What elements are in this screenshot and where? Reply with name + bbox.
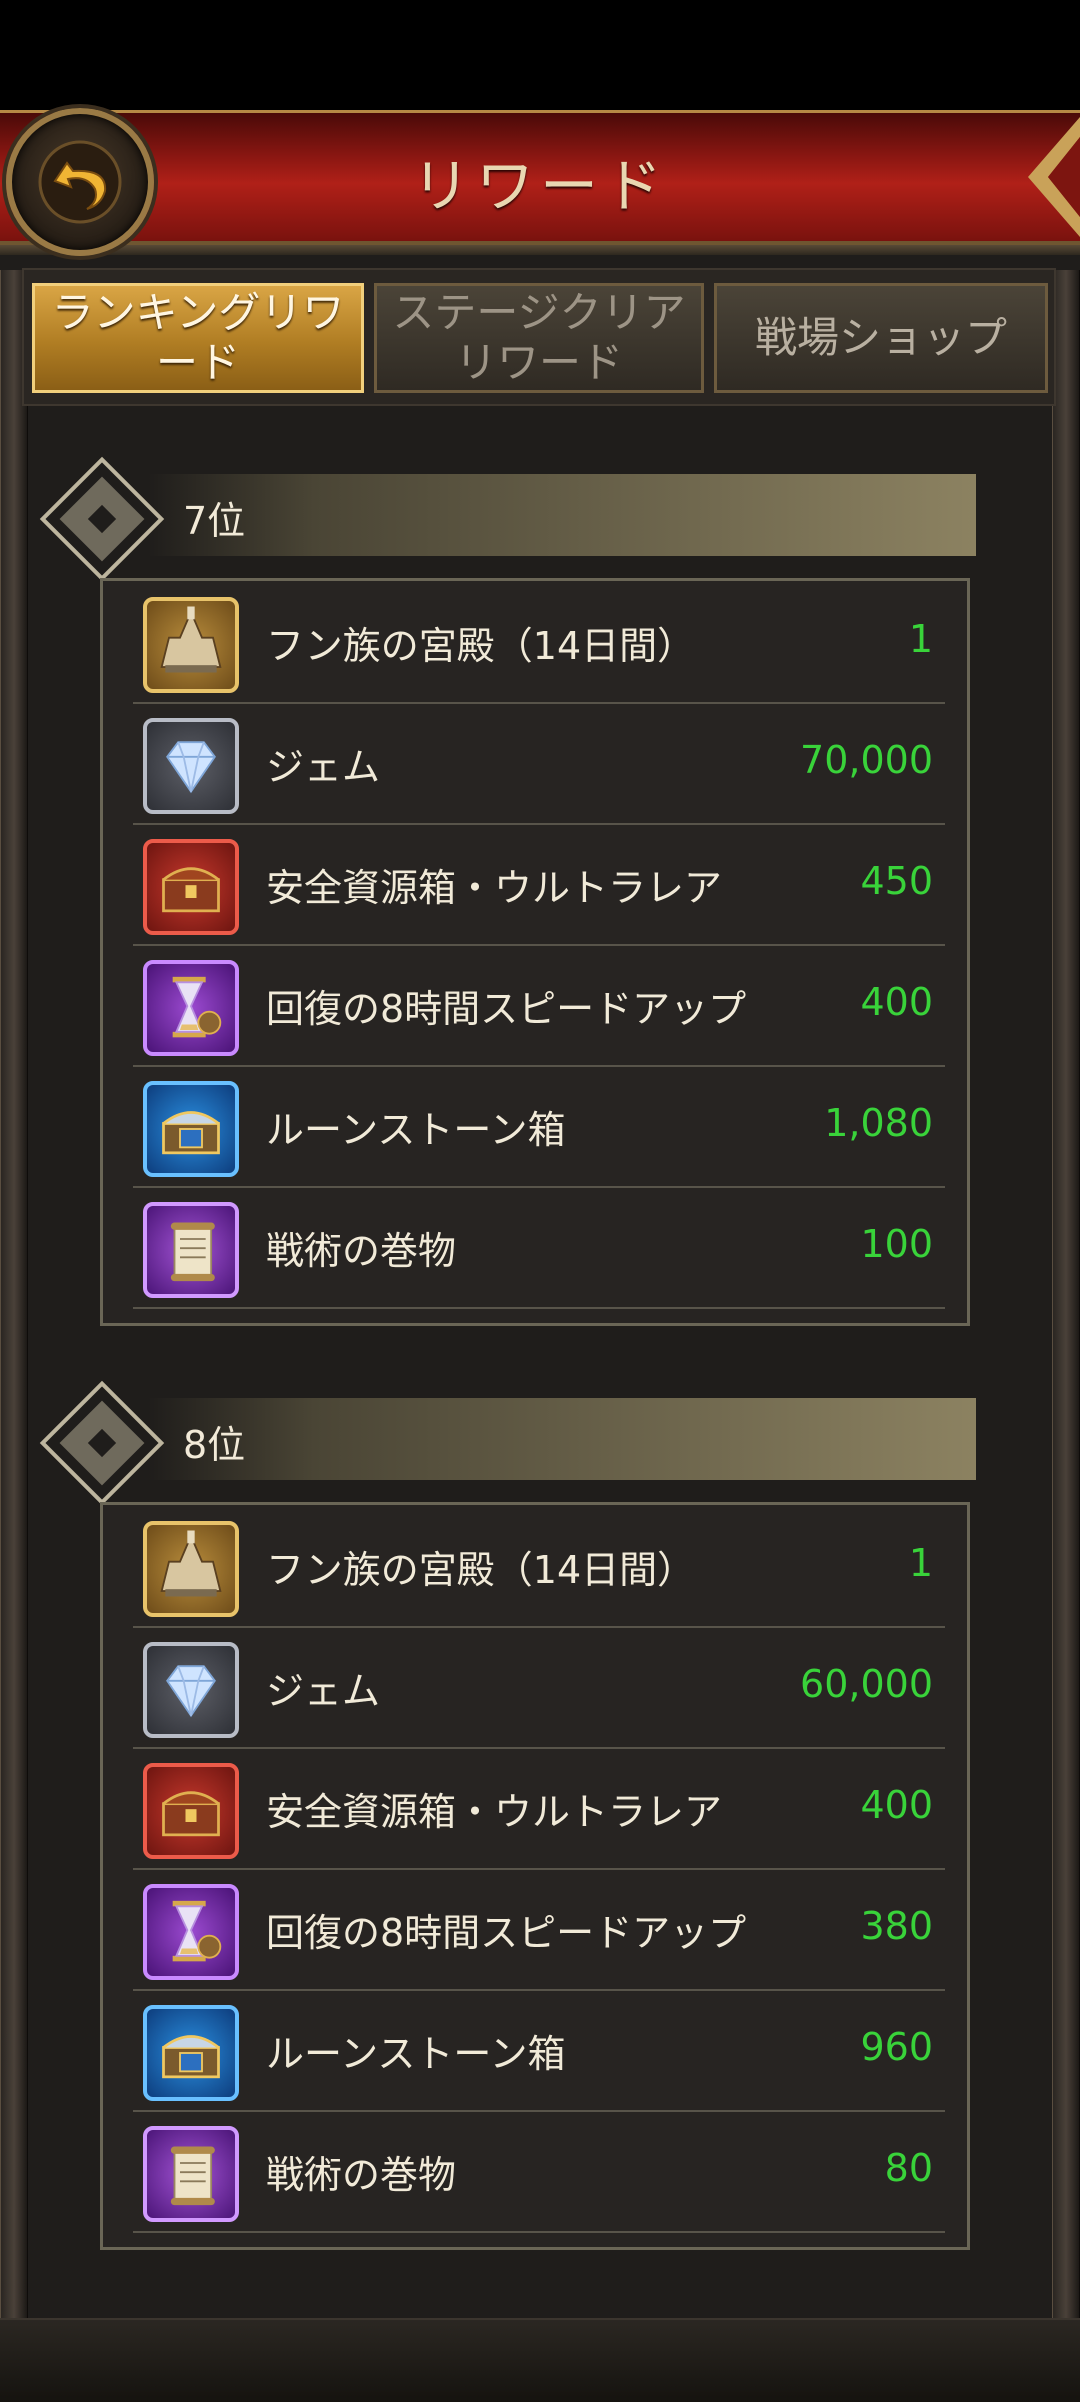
item-quantity: 400 xyxy=(860,980,933,1024)
reward-row: ジェム 60,000 xyxy=(133,1626,945,1749)
right-rail xyxy=(1052,270,1080,2340)
reward-list: フン族の宮殿（14日間） 1 ジェム 60,000 安全資源箱・ウルトラレア 4… xyxy=(100,1502,970,2250)
item-name: 回復の8時間スピードアップ xyxy=(266,987,747,1031)
item-quantity: 1 xyxy=(908,617,933,661)
tab-stage-clear-reward[interactable]: ステージクリア リワード xyxy=(374,283,704,393)
resource-chest-icon[interactable] xyxy=(143,839,239,935)
item-quantity: 960 xyxy=(860,2025,933,2069)
hourglass-icon[interactable] xyxy=(143,1884,239,1980)
reward-row: 回復の8時間スピードアップ 400 xyxy=(133,944,945,1067)
item-quantity: 1 xyxy=(908,1541,933,1585)
tab-label-line1: ステージクリア xyxy=(392,288,686,337)
left-rail xyxy=(0,270,28,2340)
back-button[interactable] xyxy=(6,108,154,256)
palace-icon[interactable] xyxy=(143,597,239,693)
item-quantity: 400 xyxy=(860,1783,933,1827)
page-title: リワード xyxy=(411,152,668,220)
gem-icon[interactable] xyxy=(143,1642,239,1738)
palace-icon[interactable] xyxy=(143,1521,239,1617)
title-bar: リワード xyxy=(0,110,1080,255)
item-name: ルーンストーン箱 xyxy=(266,2032,566,2076)
item-name: ルーンストーン箱 xyxy=(266,1108,566,1152)
tab-label-line2: リワード xyxy=(454,338,623,387)
item-name: 安全資源箱・ウルトラレア xyxy=(266,866,723,910)
reward-row: 戦術の巻物 80 xyxy=(133,2110,945,2233)
scroll-icon[interactable] xyxy=(143,1202,239,1298)
tab-label: 戦場ショップ xyxy=(754,313,1007,362)
item-name: 戦術の巻物 xyxy=(266,1229,457,1273)
reward-row: 戦術の巻物 100 xyxy=(133,1186,945,1309)
item-name: ジェム xyxy=(266,745,381,789)
tab-label-line1: ランキングリワ xyxy=(51,288,345,337)
item-quantity: 100 xyxy=(860,1222,933,1266)
runestone-chest-icon[interactable] xyxy=(143,2005,239,2101)
reward-row: ルーンストーン箱 1,080 xyxy=(133,1065,945,1188)
resource-chest-icon[interactable] xyxy=(143,1763,239,1859)
reward-row: 安全資源箱・ウルトラレア 400 xyxy=(133,1747,945,1870)
reward-row: フン族の宮殿（14日間） 1 xyxy=(133,581,945,704)
back-arrow-icon xyxy=(38,140,122,224)
item-name: フン族の宮殿（14日間） xyxy=(266,1548,696,1592)
item-quantity: 80 xyxy=(884,2146,933,2190)
bottom-bar xyxy=(0,2318,1080,2402)
item-quantity: 450 xyxy=(860,859,933,903)
tab-label-line2: ード xyxy=(155,338,240,387)
reward-row: フン族の宮殿（14日間） 1 xyxy=(133,1505,945,1628)
hourglass-icon[interactable] xyxy=(143,960,239,1056)
item-quantity: 70,000 xyxy=(800,738,933,782)
item-quantity: 1,080 xyxy=(824,1101,933,1145)
item-name: 安全資源箱・ウルトラレア xyxy=(266,1790,723,1834)
item-name: ジェム xyxy=(266,1669,381,1713)
item-quantity: 380 xyxy=(860,1904,933,1948)
reward-list: フン族の宮殿（14日間） 1 ジェム 70,000 安全資源箱・ウルトラレア 4… xyxy=(100,578,970,1326)
rank-label: 8位 xyxy=(183,1423,246,1467)
header-arrow-ornament xyxy=(1028,117,1080,237)
reward-row: ルーンストーン箱 960 xyxy=(133,1989,945,2112)
item-quantity: 60,000 xyxy=(800,1662,933,1706)
reward-row: 安全資源箱・ウルトラレア 450 xyxy=(133,823,945,946)
reward-row: ジェム 70,000 xyxy=(133,702,945,825)
item-name: 回復の8時間スピードアップ xyxy=(266,1911,747,1955)
rank-header-bar xyxy=(148,474,976,556)
reward-row: 回復の8時間スピードアップ 380 xyxy=(133,1868,945,1991)
gem-icon[interactable] xyxy=(143,718,239,814)
rank-header-bar xyxy=(148,1398,976,1480)
runestone-chest-icon[interactable] xyxy=(143,1081,239,1177)
item-name: 戦術の巻物 xyxy=(266,2153,457,2197)
tab-ranking-reward[interactable]: ランキングリワ ード xyxy=(32,283,364,393)
item-name: フン族の宮殿（14日間） xyxy=(266,624,696,668)
scroll-icon[interactable] xyxy=(143,2126,239,2222)
tab-battlefield-shop[interactable]: 戦場ショップ xyxy=(714,283,1048,393)
rank-label: 7位 xyxy=(183,499,246,543)
